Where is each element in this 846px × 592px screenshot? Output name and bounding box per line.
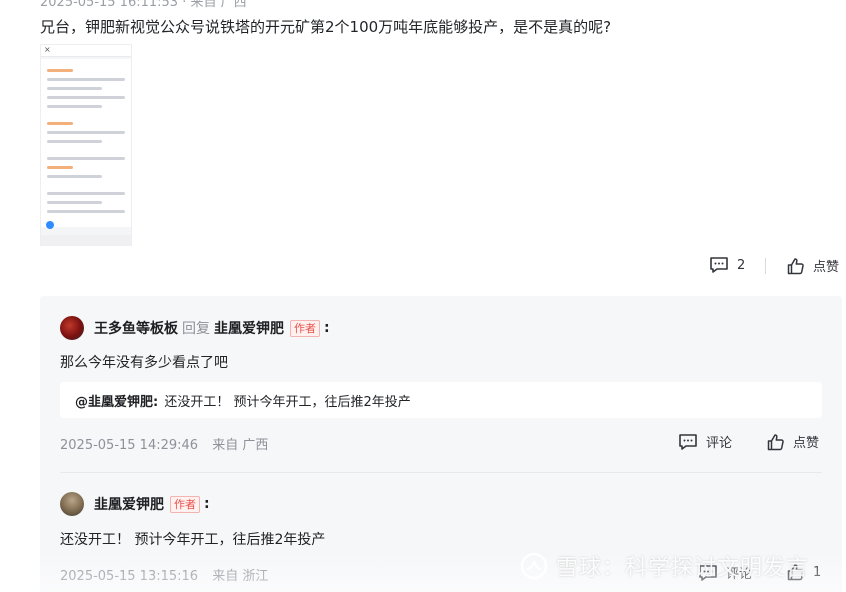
post-like-label: 点赞 (813, 260, 840, 275)
header-colon: : (204, 496, 210, 512)
reply-word: 回复 (182, 321, 210, 337)
thumbnail-content (41, 59, 131, 227)
comment-bubble-icon (679, 433, 697, 450)
comment-location: 来自 广西 (212, 438, 269, 453)
action-divider (765, 258, 766, 274)
comment-text: 那么今年没有多少看点了吧 (60, 355, 228, 371)
avatar[interactable] (60, 492, 84, 516)
comment-like-label: 点赞 (793, 436, 820, 451)
comment-reply-label: 评论 (706, 436, 733, 451)
avatar[interactable] (60, 316, 84, 340)
comment-like-count: 1 (813, 564, 822, 580)
quoted-comment: @韭凰爱钾肥: 还没开工！ 预计今年开工，往后推2年投产 (60, 382, 822, 418)
comment-header: 韭凰爱钾肥 作者 : (94, 494, 210, 514)
comment-meta: 2025-05-15 13:15:16 来自 浙江 (60, 565, 268, 584)
quoted-author[interactable]: @韭凰爱钾肥: (75, 395, 158, 410)
thumbnail-header: × (41, 45, 131, 57)
thumbs-up-icon (767, 433, 784, 450)
comment-like-button[interactable]: 点赞 (767, 432, 819, 451)
thumbs-up-icon (787, 257, 804, 274)
quoted-text: 还没开工！ 预计今年开工，往后推2年投产 (164, 395, 411, 410)
post-body-text: 兄台，钾肥新视觉公众号说铁塔的开元矿第2个100万吨年底能够投产，是不是真的呢? (40, 18, 612, 36)
comment-meta: 2025-05-15 14:29:46 来自 广西 (60, 434, 268, 453)
post-meta: 2025-05-15 16:11:53 · 来自 广西 (40, 0, 247, 10)
comment-header: 王多鱼等板板 回复 韭凰爱钾肥 作者 : (94, 318, 330, 338)
close-icon: × (44, 45, 51, 54)
comment-divider (60, 472, 822, 473)
post-comment-count: 2 (737, 257, 746, 273)
comment-bubble-icon (710, 257, 728, 273)
author-badge: 作者 (170, 495, 200, 513)
header-colon: : (324, 320, 330, 336)
snowball-logo-icon (520, 552, 548, 580)
post-image-thumbnail[interactable]: × (40, 44, 132, 246)
post-like-button[interactable]: 点赞 (787, 256, 839, 275)
comment-author-name[interactable]: 韭凰爱钾肥 (94, 494, 164, 514)
author-badge: 作者 (290, 319, 320, 337)
comment-date: 2025-05-15 14:29:46 (60, 438, 199, 453)
comment-location: 来自 浙江 (212, 569, 269, 584)
watermark: 雪球：科学探讨文明发言 (520, 550, 809, 582)
thumbnail-nav-bar (41, 235, 131, 245)
post-comment-button[interactable]: 2 (709, 256, 745, 274)
comment-text: 还没开工！ 预计今年开工，往后推2年投产 (60, 532, 326, 548)
comment-author-name[interactable]: 王多鱼等板板 (94, 318, 178, 338)
comment-reply-button[interactable]: 评论 (678, 432, 732, 451)
thumbnail-logo-icon (46, 221, 54, 229)
watermark-text: 雪球：科学探讨文明发言 (556, 556, 810, 581)
comment-date: 2025-05-15 13:15:16 (60, 569, 199, 584)
reply-target-name[interactable]: 韭凰爱钾肥 (214, 318, 284, 338)
